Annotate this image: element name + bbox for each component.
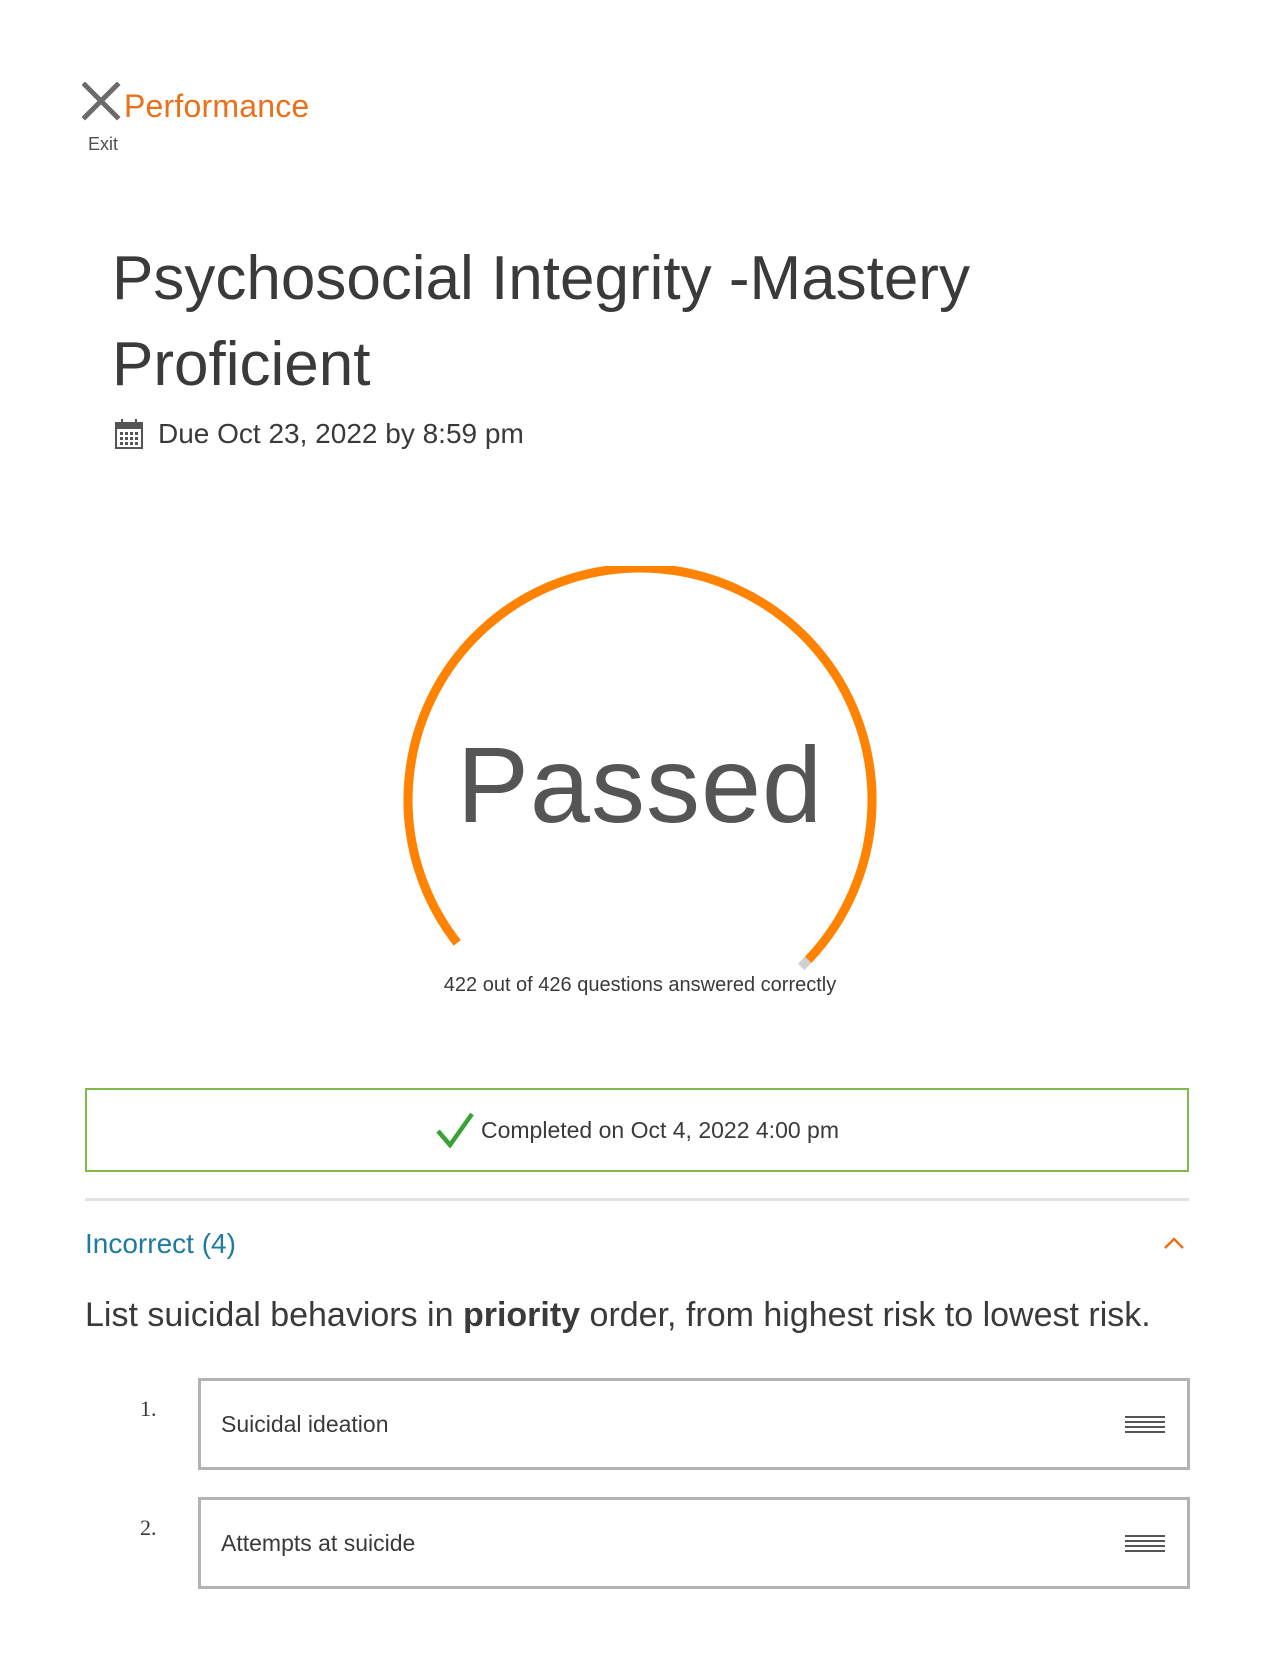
divider [85,1198,1189,1201]
answer-draggable-item[interactable]: Suicidal ideation [198,1378,1190,1470]
question-text-start: List suicidal behaviors in [85,1296,463,1334]
incorrect-section-toggle[interactable]: Incorrect (4) [85,1228,1189,1268]
due-date: Due Oct 23, 2022 by 8:59 pm [158,418,524,449]
incorrect-section-title: Incorrect (4) [85,1228,236,1259]
answer-number: 2. [140,1515,157,1540]
answer-draggable-item[interactable]: Attempts at suicide [198,1497,1190,1589]
due-date-row: Due Oct 23, 2022 by 8:59 pm [114,414,524,454]
calendar-icon [115,419,143,449]
score-caption: 422 out of 426 questions answered correc… [443,974,837,996]
answer-text: Attempts at suicide [221,1530,416,1556]
header-title: Performance [124,88,310,124]
question-text: List suicidal behaviors in priority orde… [85,1296,1225,1335]
drag-handle-icon[interactable] [1125,1534,1165,1554]
page-title: Psychosocial Integrity -Mastery Proficie… [112,244,970,399]
result-label: Passed [456,724,824,845]
score-gauge: Passed 422 out of 426 questions answered… [400,566,880,996]
completed-text: Completed on Oct 4, 2022 4:00 pm [481,1116,839,1143]
answer-text: Suicidal ideation [221,1411,389,1437]
checkmark-icon [436,1112,474,1149]
exit-label: Exit [88,134,119,154]
question-text-end: order, from highest risk to lowest risk. [580,1296,1151,1334]
chevron-up-icon [1164,1237,1184,1249]
answer-item: 1. Suicidal ideation [140,1378,1190,1470]
completed-banner: Completed on Oct 4, 2022 4:00 pm [85,1088,1189,1172]
answer-number: 1. [140,1396,157,1421]
question-emphasis: priority [462,1296,581,1334]
exit-button[interactable]: Exit [82,82,122,160]
drag-handle-icon[interactable] [1125,1415,1165,1435]
close-icon [82,82,121,121]
answer-item: 2. Attempts at suicide [140,1497,1190,1589]
